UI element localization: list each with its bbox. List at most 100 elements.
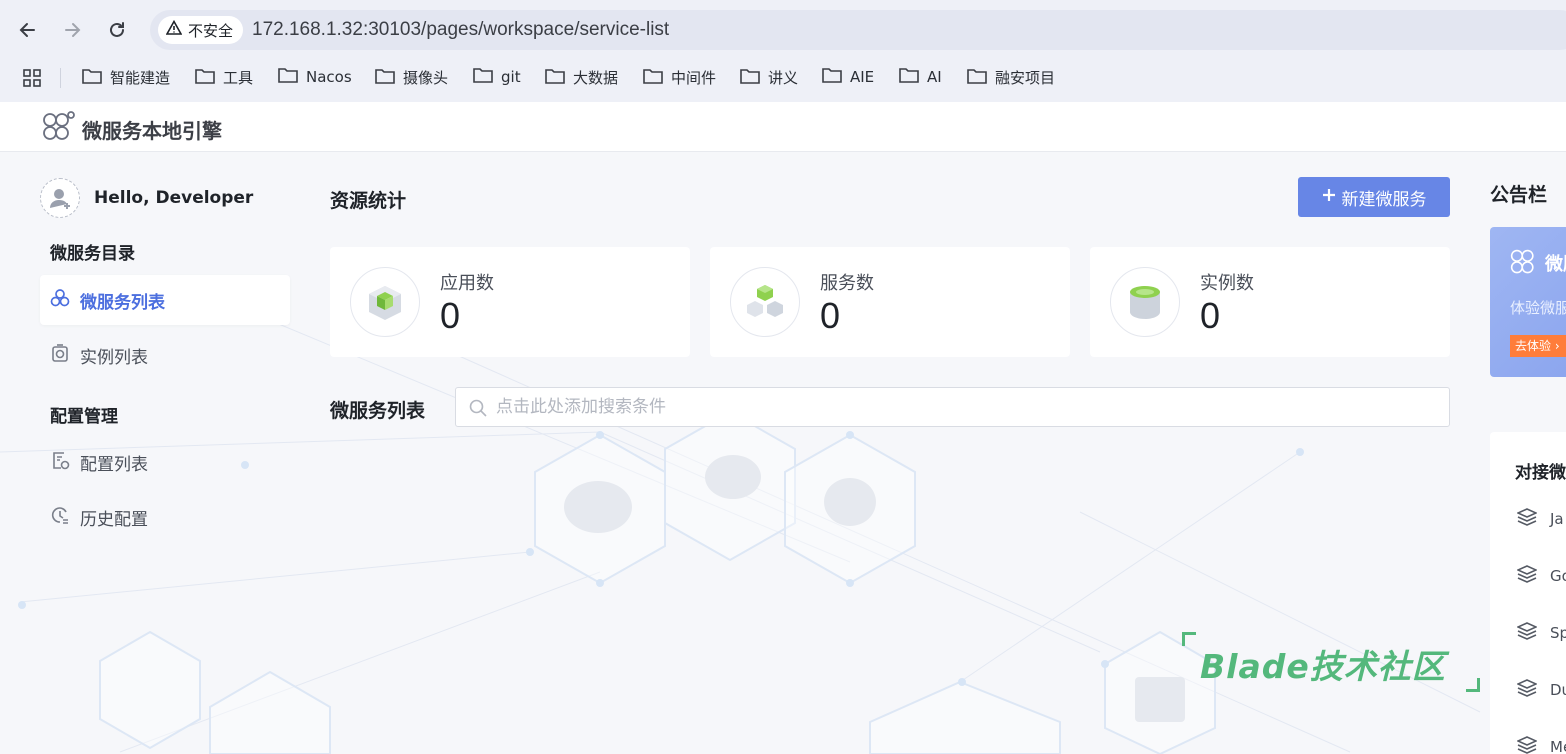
bookmark-item[interactable]: AIE [822, 67, 874, 87]
promo-banner[interactable]: 微服 体验微服 去体验 › [1490, 227, 1566, 377]
stat-value: 0 [820, 295, 841, 336]
doc-item[interactable]: Sp [1516, 622, 1566, 644]
new-service-button[interactable]: 新建微服务 [1298, 177, 1450, 217]
bookmark-label: AIE [850, 68, 875, 86]
docs-title: 对接微 [1515, 463, 1566, 483]
history-clock-icon [50, 505, 70, 530]
bookmark-item[interactable]: 大数据 [545, 67, 618, 88]
doc-item[interactable]: Du [1516, 679, 1566, 701]
sidebar-item-label: 实例列表 [80, 347, 148, 368]
bookmark-label: git [501, 68, 521, 86]
security-label: 不安全 [188, 21, 234, 40]
app-cube-icon [350, 267, 420, 337]
folder-icon [967, 68, 987, 88]
user-profile[interactable]: Hello, Developer [40, 178, 253, 218]
plus-icon [1322, 187, 1336, 207]
layers-icon [1516, 622, 1538, 644]
warning-icon [165, 19, 183, 40]
doc-label: Du [1550, 681, 1566, 699]
bookmark-label: 工具 [223, 69, 254, 87]
sidebar-item-instance-list[interactable]: 实例列表 [40, 330, 290, 380]
sidebar-item-label: 历史配置 [80, 509, 148, 530]
bookmark-item[interactable]: git [473, 67, 521, 87]
bookmark-label: Nacos [306, 68, 352, 86]
bookmark-item[interactable]: 智能建造 [82, 67, 170, 88]
folder-icon [899, 67, 919, 87]
back-icon[interactable] [12, 14, 44, 46]
watermark-text: Blade技术社区 [1200, 647, 1446, 686]
bookmark-item[interactable]: 摄像头 [375, 67, 448, 88]
integration-docs-card: 对接微 Ja Go Sp Du Me [1490, 432, 1566, 754]
address-bar[interactable]: 不安全 172.168.1.32:30103/pages/workspace/s… [150, 10, 1566, 50]
service-cubes-icon [730, 267, 800, 337]
hexagon-cluster-icon [1508, 247, 1540, 281]
doc-item[interactable]: Me [1516, 736, 1566, 754]
bookmark-item[interactable]: 中间件 [643, 67, 716, 88]
doc-label: Go [1550, 567, 1566, 585]
apps-grid-icon[interactable] [22, 68, 42, 92]
app-logo[interactable]: 微服务本地引擎 [40, 110, 222, 148]
sidebar-item-history-config[interactable]: 历史配置 [40, 492, 290, 542]
folder-icon [82, 68, 102, 88]
folder-icon [822, 67, 842, 87]
browser-toolbar: 不安全 172.168.1.32:30103/pages/workspace/s… [0, 0, 1566, 58]
stat-card-apps: 应用数 0 [330, 247, 690, 357]
folder-icon [195, 68, 215, 88]
bookmark-label: 大数据 [573, 69, 619, 87]
banner-title: 微服 [1545, 254, 1566, 275]
folder-icon [375, 68, 395, 88]
doc-item[interactable]: Go [1516, 565, 1566, 587]
sidebar-item-service-list[interactable]: 微服务列表 [40, 275, 290, 325]
stats-title: 资源统计 [330, 190, 407, 212]
folder-icon [740, 68, 760, 88]
sidebar-item-label: 微服务列表 [80, 292, 165, 313]
hexagon-cluster-logo-icon [40, 110, 76, 148]
user-greeting: Hello, Developer [94, 188, 254, 208]
security-chip[interactable]: 不安全 [158, 16, 244, 44]
sidebar-item-config-list[interactable]: 配置列表 [40, 437, 290, 487]
watermark-corner [1182, 632, 1196, 646]
app-title: 微服务本地引擎 [82, 118, 222, 143]
section-title-service-catalog: 微服务目录 [50, 244, 135, 264]
avatar[interactable] [40, 178, 80, 218]
instance-cylinder-icon [1110, 267, 1180, 337]
chevron-right-icon: › [1554, 339, 1560, 353]
folder-icon [278, 67, 298, 87]
search-box[interactable] [455, 387, 1450, 427]
bookmark-item[interactable]: 工具 [195, 67, 253, 88]
new-service-label: 新建微服务 [1341, 189, 1427, 210]
hexagon-cluster-icon [50, 288, 70, 313]
user-add-icon [50, 189, 70, 209]
reload-icon[interactable] [101, 14, 133, 46]
watermark-corner [1466, 678, 1480, 692]
folder-icon [473, 67, 493, 87]
bookmark-item[interactable]: Nacos [278, 67, 352, 87]
stat-label: 应用数 [440, 273, 494, 294]
url-text[interactable]: 172.168.1.32:30103/pages/workspace/servi… [252, 19, 669, 41]
stat-card-instances: 实例数 0 [1090, 247, 1450, 357]
banner-button-label: 去体验 [1515, 339, 1552, 353]
bookmark-label: 中间件 [671, 69, 717, 87]
section-title-config-management: 配置管理 [50, 407, 118, 427]
layers-icon [1516, 736, 1538, 754]
bookmark-item[interactable]: 讲义 [740, 67, 798, 88]
doc-label: Ja [1550, 510, 1564, 528]
bookmarks-bar: 智能建造 工具 Nacos 摄像头 git 大数据 中间件 讲义 AIE AI … [0, 58, 1566, 102]
layers-icon [1516, 565, 1538, 587]
stat-label: 实例数 [1200, 273, 1254, 294]
bookmark-label: 智能建造 [110, 69, 171, 87]
folder-icon [643, 68, 663, 88]
bookmark-label: AI [927, 68, 942, 86]
bookmark-item[interactable]: 融安项目 [967, 67, 1055, 88]
stat-card-services: 服务数 0 [710, 247, 1070, 357]
bookmark-item[interactable]: AI [899, 67, 942, 87]
notice-board-title: 公告栏 [1490, 184, 1548, 206]
bookmark-label: 讲义 [768, 69, 799, 87]
doc-item[interactable]: Ja [1516, 508, 1564, 530]
camera-box-icon [50, 343, 70, 368]
folder-icon [545, 68, 565, 88]
search-input[interactable] [496, 395, 1396, 419]
forward-icon[interactable] [56, 14, 88, 46]
app-header: 微服务本地引擎 [0, 102, 1566, 152]
banner-try-button[interactable]: 去体验 › [1510, 335, 1566, 357]
